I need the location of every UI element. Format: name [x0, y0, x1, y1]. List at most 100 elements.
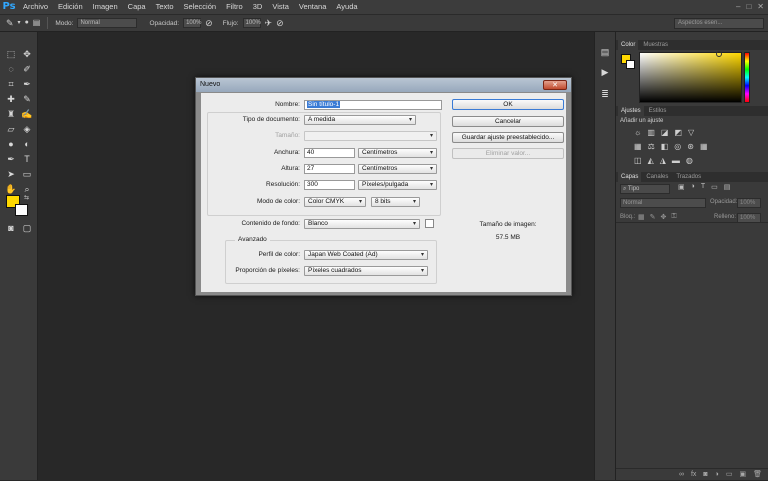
flow-input[interactable]: 100%	[242, 18, 261, 28]
menu-edicion[interactable]: Edición	[53, 0, 88, 14]
menu-capa[interactable]: Capa	[123, 0, 151, 14]
brush-size-icon[interactable]: ●	[25, 18, 29, 28]
menu-vista[interactable]: Vista	[267, 0, 294, 14]
pen-tool-icon[interactable]: ✒	[4, 153, 18, 166]
color-balance-icon[interactable]: ⚖	[648, 142, 655, 151]
color-mode-select[interactable]: Color CMYK	[304, 197, 366, 207]
color-profile-select[interactable]: Japan Web Coated (Ad)	[304, 250, 428, 260]
tab-layers[interactable]: Capas	[618, 172, 642, 182]
menu-ayuda[interactable]: Ayuda	[331, 0, 362, 14]
properties-panel-icon[interactable]: ≣	[598, 88, 612, 101]
new-group-icon[interactable]: ▭	[726, 469, 733, 480]
maximize-icon[interactable]: □	[746, 2, 751, 11]
selective-color-icon[interactable]: ◍	[686, 156, 693, 165]
color-lookup-icon[interactable]: ▦	[700, 142, 708, 151]
cancel-button[interactable]: Cancelar	[452, 116, 564, 127]
menu-ventana[interactable]: Ventana	[294, 0, 332, 14]
brightness-icon[interactable]: ☼	[634, 128, 641, 137]
layer-filter-select[interactable]: ⌕ Tipo	[620, 184, 670, 194]
menu-3d[interactable]: 3D	[248, 0, 268, 14]
lock-all-icon[interactable]: ⚿	[671, 213, 676, 221]
hue-saturation-icon[interactable]: ▦	[634, 142, 642, 151]
swap-colors-icon[interactable]: ⇆	[24, 194, 29, 201]
bit-depth-select[interactable]: 8 bits	[371, 197, 420, 207]
exposure-icon[interactable]: ◩	[674, 128, 682, 137]
resolution-unit-select[interactable]: Píxeles/pulgada	[358, 180, 437, 190]
name-input[interactable]: Sin título-1	[304, 100, 442, 110]
workspace-select[interactable]: Aspectos esen...	[674, 18, 764, 29]
brush-panel-icon[interactable]: ▤	[33, 18, 41, 28]
eyedropper-tool-icon[interactable]: ✒	[20, 78, 34, 91]
panel-background-swatch[interactable]	[626, 60, 635, 69]
dialog-close-button[interactable]: ✕	[543, 80, 567, 90]
menu-texto[interactable]: Texto	[151, 0, 179, 14]
lock-paint-icon[interactable]: ✎	[650, 213, 656, 221]
delete-preset-button[interactable]: Eliminar valor...	[452, 148, 564, 159]
posterize-icon[interactable]: ◭	[648, 156, 654, 165]
save-preset-button[interactable]: Guardar ajuste preestablecido...	[452, 132, 564, 143]
healing-brush-tool-icon[interactable]: ✚	[4, 93, 18, 106]
doc-type-select[interactable]: A medida	[304, 115, 416, 125]
brush-tool-icon[interactable]: ✎	[6, 18, 14, 28]
layer-opacity-input[interactable]: 100%	[737, 198, 761, 208]
resolution-input[interactable]: 300	[304, 180, 355, 190]
tab-color[interactable]: Color	[618, 40, 639, 50]
layer-blend-select[interactable]: Normal	[620, 198, 706, 208]
shape-filter-icon[interactable]: ▭	[711, 183, 718, 191]
close-icon[interactable]: ✕	[757, 2, 764, 11]
type-tool-icon[interactable]: T	[20, 153, 34, 166]
brush-tool-icon[interactable]: ✎	[20, 93, 34, 106]
trash-icon[interactable]: 🗑	[753, 469, 762, 480]
background-color-swatch[interactable]	[425, 219, 434, 228]
opacity-input[interactable]: 100%	[183, 18, 201, 28]
height-input[interactable]: 27	[304, 164, 355, 174]
new-layer-icon[interactable]: ▣	[739, 469, 746, 480]
width-unit-select[interactable]: Centímetros	[358, 148, 437, 158]
menu-filtro[interactable]: Filtro	[221, 0, 248, 14]
tab-styles[interactable]: Estilos	[646, 106, 670, 116]
width-input[interactable]: 40	[304, 148, 355, 158]
tab-paths[interactable]: Trazados	[673, 172, 704, 182]
quick-select-tool-icon[interactable]: ✐	[20, 63, 34, 76]
layer-style-icon[interactable]: fx	[691, 469, 696, 480]
marquee-tool-icon[interactable]: ⬚	[4, 48, 18, 61]
history-brush-tool-icon[interactable]: ✍	[20, 108, 34, 121]
minimize-icon[interactable]: –	[736, 2, 740, 11]
color-picker-cursor[interactable]	[716, 51, 722, 57]
size-select[interactable]	[304, 131, 437, 141]
dodge-tool-icon[interactable]: ◐	[20, 138, 34, 151]
layer-mask-icon[interactable]: ◙	[703, 469, 707, 480]
adjustment-layer-icon[interactable]: ◑	[715, 469, 719, 480]
photo-filter-icon[interactable]: ◎	[674, 142, 681, 151]
height-unit-select[interactable]: Centímetros	[358, 164, 437, 174]
link-layers-icon[interactable]: ∞	[679, 469, 684, 480]
blur-tool-icon[interactable]: ●	[4, 138, 18, 151]
actions-panel-icon[interactable]: ▶	[598, 66, 612, 79]
hue-slider[interactable]	[744, 52, 750, 103]
tab-channels[interactable]: Canales	[643, 172, 671, 182]
black-white-icon[interactable]: ◧	[661, 142, 669, 151]
paint-bucket-tool-icon[interactable]: ◈	[20, 123, 34, 136]
path-select-tool-icon[interactable]: ➤	[4, 168, 18, 181]
quick-mask-icon[interactable]: ◙	[4, 222, 18, 235]
eraser-tool-icon[interactable]: ▱	[4, 123, 18, 136]
smart-filter-icon[interactable]: ▤	[724, 183, 731, 191]
vibrance-icon[interactable]: ▽	[688, 128, 694, 137]
dialog-titlebar[interactable]: Nuevo ✕	[196, 78, 571, 92]
threshold-icon[interactable]: ◮	[660, 156, 666, 165]
lasso-tool-icon[interactable]: ◌	[4, 63, 18, 76]
airbrush-icon[interactable]: ✈	[265, 18, 273, 28]
clone-stamp-tool-icon[interactable]: ♜	[4, 108, 18, 121]
menu-seleccion[interactable]: Selección	[179, 0, 222, 14]
crop-tool-icon[interactable]: ⌗	[4, 78, 18, 91]
curves-icon[interactable]: ◪	[661, 128, 669, 137]
menu-archivo[interactable]: Archivo	[18, 0, 53, 14]
levels-icon[interactable]: ▥	[647, 128, 655, 137]
pixel-filter-icon[interactable]: ▣	[678, 183, 685, 191]
lock-pixels-icon[interactable]: ▦	[638, 213, 645, 221]
channel-mixer-icon[interactable]: ⊛	[687, 142, 694, 151]
chevron-down-icon[interactable]: ▾	[18, 18, 21, 28]
move-tool-icon[interactable]: ✥	[20, 48, 34, 61]
tab-swatches[interactable]: Muestras	[640, 40, 671, 50]
history-panel-icon[interactable]: ▤	[598, 46, 612, 59]
